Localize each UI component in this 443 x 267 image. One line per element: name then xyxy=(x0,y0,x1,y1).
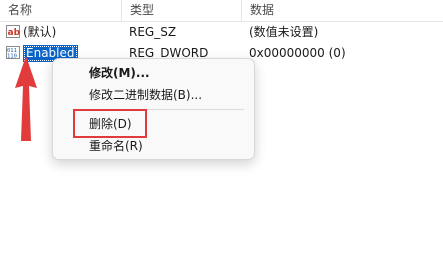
annotation-arrow-icon xyxy=(15,56,37,141)
